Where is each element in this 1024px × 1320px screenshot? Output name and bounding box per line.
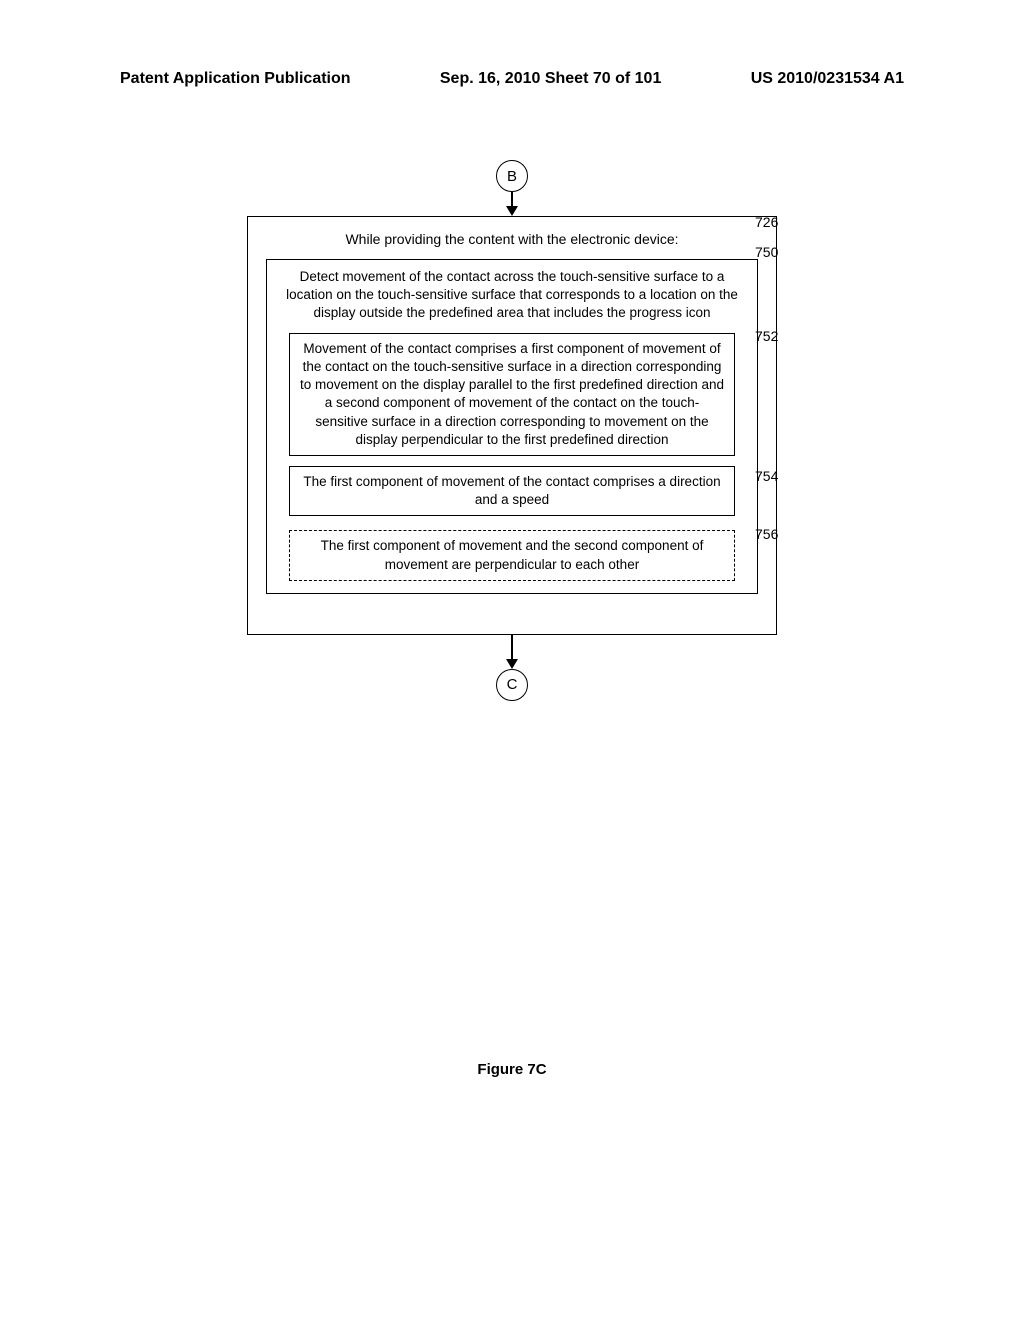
ref-754: 754 (755, 468, 778, 484)
ref-756: 756 (755, 526, 778, 542)
ref-752: 752 (755, 328, 778, 344)
figure-caption: Figure 7C (0, 1061, 1024, 1078)
connector-c-label: C (507, 676, 518, 693)
step-752-box: Movement of the contact comprises a firs… (289, 333, 735, 456)
step-754-box: The first component of movement of the c… (289, 466, 735, 516)
arrow-down-icon (506, 659, 518, 669)
step-750-text: Detect movement of the contact across th… (281, 268, 743, 323)
step-756-text: The first component of movement and the … (300, 537, 724, 573)
step-754-text: The first component of movement of the c… (300, 473, 724, 509)
step-750-box: Detect movement of the contact across th… (266, 259, 758, 594)
step-756-box: The first component of movement and the … (289, 530, 735, 580)
connector-b-label: B (507, 168, 517, 185)
connector-c: C (496, 669, 528, 701)
outer-step-box: While providing the content with the ele… (247, 216, 777, 635)
flowchart-diagram: B While providing the content with the e… (0, 160, 1024, 1078)
header-center: Sep. 16, 2010 Sheet 70 of 101 (440, 70, 661, 88)
page-header: Patent Application Publication Sep. 16, … (0, 0, 1024, 88)
step-752-text: Movement of the contact comprises a firs… (300, 340, 724, 449)
ref-750: 750 (755, 244, 778, 260)
ref-726: 726 (755, 214, 778, 230)
connector-b: B (496, 160, 528, 192)
header-left: Patent Application Publication (120, 70, 351, 88)
flow-line (511, 635, 513, 659)
flow-line (511, 192, 513, 206)
outer-box-title: While providing the content with the ele… (266, 227, 758, 255)
arrow-down-icon (506, 206, 518, 216)
header-right: US 2010/0231534 A1 (751, 70, 904, 88)
